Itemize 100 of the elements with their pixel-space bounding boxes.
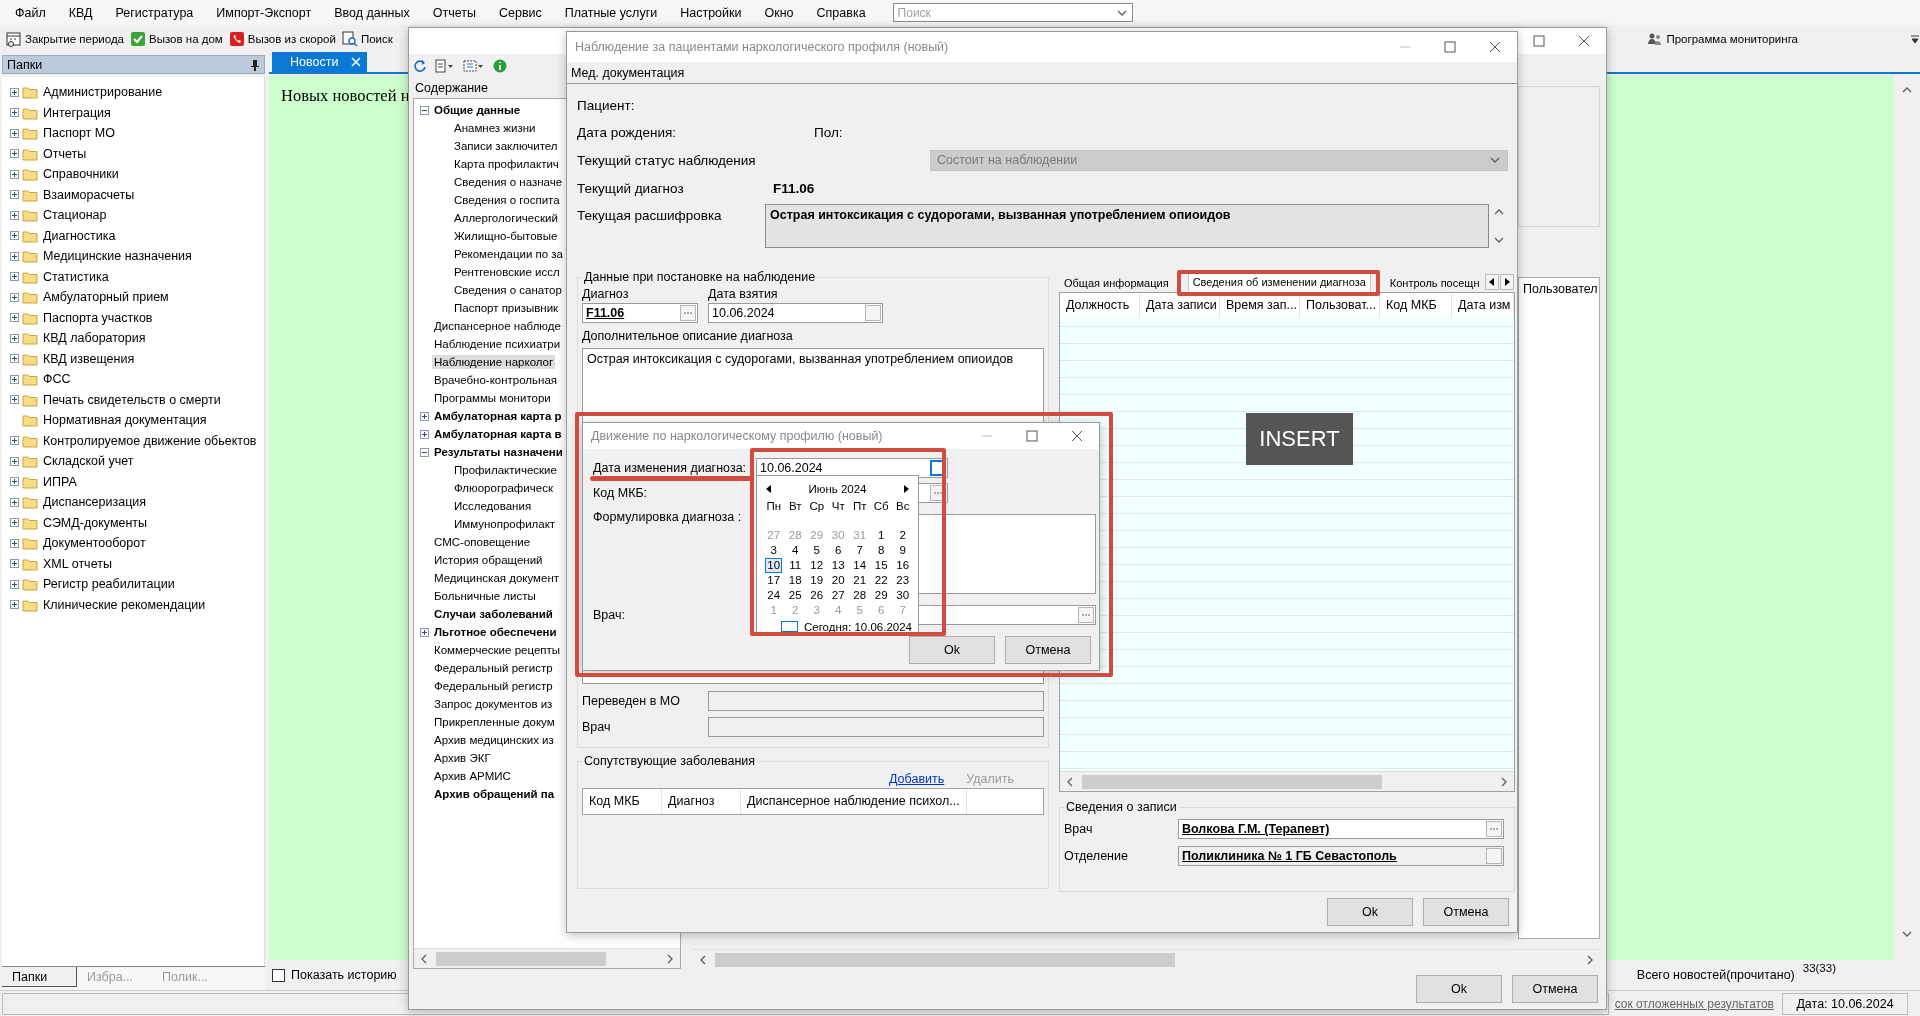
calendar-day[interactable]: 27 [829, 588, 847, 603]
tree-item[interactable]: Результаты назначени [432, 445, 565, 459]
today-link[interactable]: Сегодня: 10.06.2024 [803, 620, 912, 633]
menu-item[interactable]: Сервис [498, 5, 542, 20]
expand-icon[interactable] [10, 169, 19, 179]
tree-item[interactable]: Профилактические [452, 463, 559, 477]
tree-item[interactable]: Запрос документов из [432, 697, 555, 711]
menu-item[interactable]: Настройки [680, 5, 742, 20]
info-icon[interactable] [493, 59, 507, 73]
tree-item[interactable]: Печать свидетельств о смерти [41, 391, 223, 408]
calendar-day[interactable]: 4 [790, 543, 801, 558]
add-link[interactable]: Добавить [889, 772, 945, 786]
tree-item[interactable]: СЭМД-документы [41, 514, 150, 531]
previous-icon[interactable] [765, 484, 773, 494]
menu-item[interactable]: Ввод данных [334, 5, 410, 20]
expand-icon[interactable] [10, 108, 19, 118]
ok-button[interactable]: Ok [1327, 898, 1413, 926]
expand-icon[interactable] [10, 333, 19, 343]
tree-item[interactable]: Нормативная документация [41, 412, 209, 429]
tree-item[interactable]: Федеральный регистр [432, 661, 555, 675]
maximize-icon[interactable] [1532, 35, 1545, 47]
tree-item[interactable]: Наблюдение нарколог [432, 355, 556, 369]
expand-icon[interactable] [10, 559, 19, 569]
calendar-day[interactable]: 11 [787, 558, 804, 573]
tree-item[interactable]: Архив ЭКГ [432, 751, 493, 765]
tree-item[interactable]: Документооборот [41, 535, 148, 552]
tree-item[interactable]: КВД извещения [41, 350, 137, 367]
tree-item[interactable]: История обращений [432, 553, 545, 567]
next-icon[interactable] [902, 484, 910, 494]
tree-item[interactable]: Рентгеновские иссл [452, 265, 562, 279]
tree-item[interactable]: Льготное обеспечени [432, 625, 559, 639]
department-field[interactable]: Поликлиника № 1 ГБ Севастополь [1178, 846, 1504, 866]
calendar-day[interactable]: 16 [894, 558, 912, 573]
tree-item[interactable]: Федеральный регистр [432, 679, 555, 693]
expand-icon[interactable] [10, 190, 19, 200]
tree-item[interactable]: Паспорт призывник [452, 301, 561, 315]
tree-item[interactable]: Сведения о назначе [452, 175, 565, 189]
menu-item[interactable]: Справка [816, 5, 866, 20]
tree-item[interactable]: Жилищно-бытовые [452, 229, 560, 243]
menu-item[interactable]: Импорт-Экспорт [216, 5, 312, 20]
close-icon[interactable] [1577, 35, 1590, 47]
expand-icon[interactable] [10, 251, 19, 261]
expand-icon[interactable] [10, 436, 19, 446]
tree-item[interactable]: Медицинские назначения [41, 248, 194, 265]
expand-icon[interactable] [10, 210, 19, 220]
calendar-day[interactable]: 15 [872, 558, 890, 573]
tree-item[interactable]: Программы монитори [432, 391, 553, 405]
calendar-day[interactable]: 12 [808, 558, 826, 573]
expand-icon[interactable] [10, 395, 19, 405]
calendar-day[interactable]: 23 [894, 573, 912, 588]
menu-item[interactable]: КВД [68, 5, 93, 20]
tree-item[interactable]: Иммунопрофилакт [452, 517, 558, 531]
cancel-button[interactable]: Отмена [1423, 898, 1509, 926]
scrollbar-thumb[interactable] [436, 951, 606, 966]
transfer-field[interactable] [708, 691, 1044, 711]
calendar-day[interactable]: 9 [897, 543, 908, 558]
expand-icon[interactable] [10, 272, 19, 282]
ok-button[interactable]: Ok [1416, 975, 1502, 1003]
tree-item[interactable]: Рекомендации по за [452, 247, 565, 261]
tree-item[interactable]: Аллергологический [452, 211, 560, 225]
tree-item[interactable]: Амбулаторная карта в [432, 427, 564, 441]
tree-item[interactable]: Амбулаторная карта р [432, 409, 564, 423]
expand-icon[interactable] [10, 538, 19, 548]
calendar-day[interactable]: 13 [829, 558, 847, 573]
diagnosis-field[interactable]: F11.06 [582, 303, 698, 323]
tree-item[interactable]: Складской учет [41, 453, 136, 470]
expand-icon[interactable] [10, 518, 19, 528]
collapse-icon[interactable] [420, 105, 429, 115]
maximize-icon[interactable] [1443, 41, 1456, 53]
calendar-day[interactable]: 20 [829, 573, 847, 588]
scrollbar-thumb[interactable] [1082, 774, 1382, 789]
document-icon[interactable] [435, 59, 455, 73]
tree-item[interactable]: Коммерческие рецепты [432, 643, 563, 657]
tree-item[interactable]: Отчеты [41, 145, 89, 162]
calendar-day[interactable]: 21 [851, 573, 869, 588]
tree-item[interactable]: Исследования [452, 499, 534, 513]
tree-item[interactable]: Сведения о санатор [452, 283, 564, 297]
expand-icon[interactable] [420, 429, 429, 439]
pin-icon[interactable] [250, 58, 260, 71]
expand-icon[interactable] [10, 579, 19, 589]
tree-item[interactable]: Диспансерное наблюде [432, 319, 563, 333]
tree-item[interactable]: Врачебно-контрольная [432, 373, 560, 387]
expand-icon[interactable] [420, 627, 429, 637]
calendar-day[interactable]: 19 [808, 573, 826, 588]
refresh-icon[interactable] [413, 59, 427, 73]
calendar-day[interactable]: 22 [872, 573, 890, 588]
calendar-day[interactable]: 10 [765, 558, 783, 573]
tree-item[interactable]: Диспансеризация [41, 494, 149, 511]
tree-item[interactable]: Больничные листы [432, 589, 538, 603]
calendar-day[interactable]: 3 [768, 543, 779, 558]
expand-icon[interactable] [10, 87, 19, 97]
tree-item[interactable]: XML отчеты [41, 555, 114, 572]
tab[interactable]: Общая информация [1059, 273, 1174, 292]
tree-item[interactable]: Наблюдение психиатри [432, 337, 563, 351]
calendar-day[interactable]: 18 [786, 573, 804, 588]
doctor-field[interactable]: Волкова Г.М. (Терапевт) [1178, 819, 1504, 839]
layout-icon[interactable] [463, 59, 485, 73]
tree-item[interactable]: Статистика [41, 268, 111, 285]
calendar-day[interactable]: 8 [876, 543, 887, 558]
tree-item[interactable]: Прикрепленные докум [432, 715, 557, 729]
